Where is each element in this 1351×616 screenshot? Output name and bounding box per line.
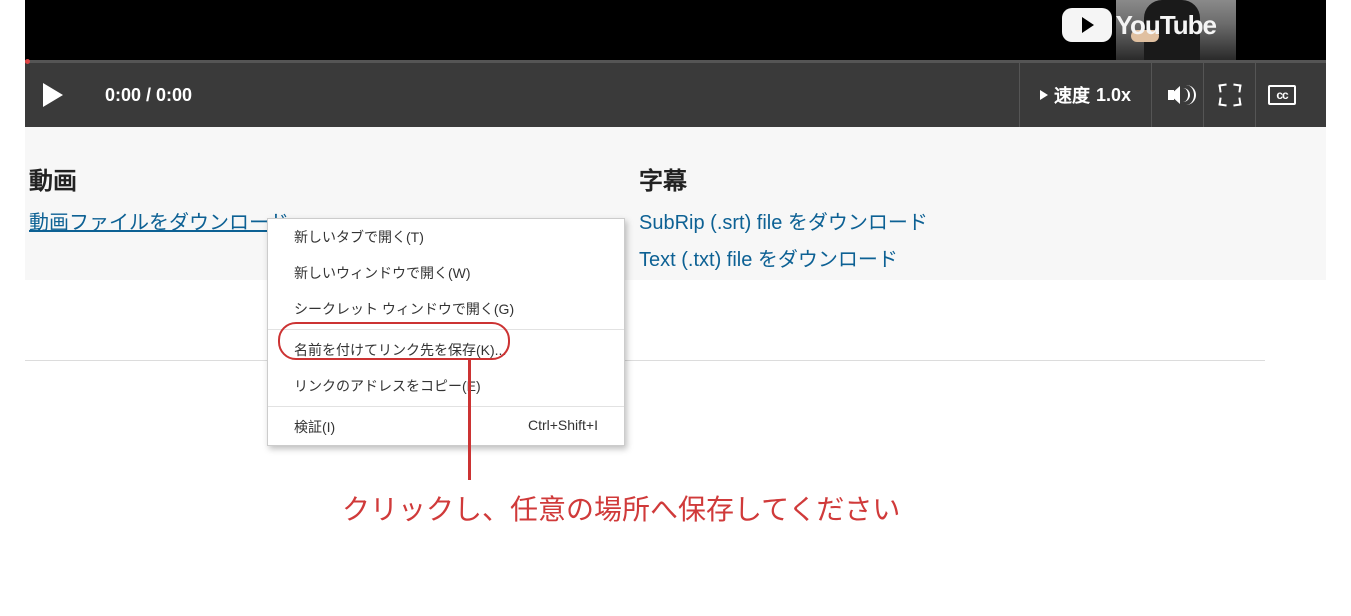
cm-shortcut-text: Ctrl+Shift+I xyxy=(528,417,598,437)
download-srt-link[interactable]: SubRip (.srt) file をダウンロード xyxy=(639,206,1326,235)
speed-arrow-icon xyxy=(1040,90,1048,100)
youtube-play-icon xyxy=(1062,8,1112,42)
youtube-logo[interactable]: YouTube xyxy=(1062,8,1216,42)
video-controls-bar: 0:00 / 0:00 速度 1.0x cc xyxy=(25,63,1326,127)
speed-control[interactable]: 速度 1.0x xyxy=(1019,63,1152,127)
youtube-wordmark: YouTube xyxy=(1116,10,1216,41)
cm-separator xyxy=(268,406,624,407)
play-button-icon[interactable] xyxy=(43,83,63,107)
cm-save-link-as[interactable]: 名前を付けてリンク先を保存(K)... xyxy=(268,332,624,368)
video-content-area: YouTube xyxy=(25,0,1326,60)
fullscreen-icon xyxy=(1219,84,1241,106)
context-menu: 新しいタブで開く(T) 新しいウィンドウで開く(W) シークレット ウィンドウで… xyxy=(267,218,625,446)
annotation-text: クリックし、任意の場所へ保存してください xyxy=(342,488,900,528)
cc-icon: cc xyxy=(1268,85,1296,105)
speed-label: 速度 xyxy=(1054,82,1090,108)
video-progress-bar[interactable] xyxy=(25,60,1326,63)
play-triangle-icon xyxy=(1082,17,1094,33)
cm-open-new-window[interactable]: 新しいウィンドウで開く(W) xyxy=(268,255,624,291)
volume-button[interactable] xyxy=(1152,63,1204,127)
fullscreen-button[interactable] xyxy=(1204,63,1256,127)
cm-open-incognito[interactable]: シークレット ウィンドウで開く(G) xyxy=(268,291,624,327)
playback-time: 0:00 / 0:00 xyxy=(105,85,192,106)
captions-button[interactable]: cc xyxy=(1256,85,1308,105)
volume-icon xyxy=(1168,85,1188,105)
cm-copy-link-address[interactable]: リンクのアドレスをコピー(E) xyxy=(268,368,624,404)
cm-inspect[interactable]: 検証(I) Ctrl+Shift+I xyxy=(268,409,624,445)
download-txt-link[interactable]: Text (.txt) file をダウンロード xyxy=(639,243,1326,272)
download-section: 動画 動画ファイルをダウンロード 字幕 SubRip (.srt) file を… xyxy=(25,127,1326,280)
cm-open-new-tab[interactable]: 新しいタブで開く(T) xyxy=(268,219,624,255)
cm-separator xyxy=(268,329,624,330)
subtitle-download-column: 字幕 SubRip (.srt) file をダウンロード Text (.txt… xyxy=(635,161,1326,280)
subtitle-heading: 字幕 xyxy=(639,161,1326,196)
video-heading: 動画 xyxy=(29,161,635,196)
progress-handle[interactable] xyxy=(25,59,30,64)
horizontal-rule xyxy=(25,360,1265,361)
speed-value: 1.0x xyxy=(1096,85,1131,106)
